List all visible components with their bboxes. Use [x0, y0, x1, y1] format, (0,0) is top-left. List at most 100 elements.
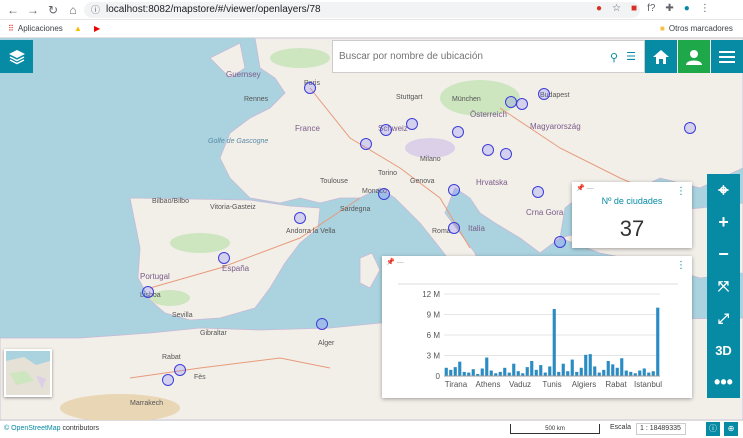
- bookmark-drive[interactable]: ▲: [74, 24, 82, 33]
- map-label: Magyarország: [530, 122, 581, 131]
- drive-icon: ▲: [74, 24, 82, 33]
- profile-icon[interactable]: ●: [684, 3, 690, 14]
- info-icon[interactable]: ⓘ: [91, 2, 100, 18]
- chart-bar: [552, 309, 556, 376]
- folder-icon: ■: [660, 24, 665, 33]
- menu-dots-icon[interactable]: ⋮: [700, 3, 710, 14]
- map-label: España: [222, 264, 250, 273]
- map-label: Marrakech: [130, 400, 164, 407]
- chart-bar: [584, 354, 588, 376]
- city-marker[interactable]: [294, 212, 306, 224]
- city-marker[interactable]: [482, 144, 494, 156]
- chart-bar: [458, 361, 462, 376]
- formula-icon[interactable]: f?: [647, 3, 655, 14]
- home-button[interactable]: [645, 40, 677, 73]
- browser-toolbar: ← → ↻ ⌂ ⓘ localhost:8082/mapstore/#/view…: [0, 0, 743, 20]
- chart-bar: [561, 363, 565, 376]
- x-tick-label: Vaduz: [509, 380, 531, 389]
- city-marker[interactable]: [360, 138, 372, 150]
- more-tools-button[interactable]: •••: [707, 366, 740, 398]
- info-button[interactable]: ⓘ: [706, 422, 720, 436]
- fullscreen-button[interactable]: ⤢: [707, 302, 740, 334]
- map-label: Vitoria-Gasteiz: [210, 204, 256, 211]
- chart-bar: [498, 371, 502, 376]
- y-tick-label: 6 M: [427, 331, 441, 340]
- zoom-out-button[interactable]: −: [707, 238, 740, 270]
- chart-widget[interactable]: 📌 — ⋮ 12 M 9 M 6 M 3 M 0 Tirana Athens Vaduz Tun…: [382, 256, 692, 398]
- youtube-icon: ▶: [94, 24, 101, 33]
- city-marker[interactable]: [406, 118, 418, 130]
- city-marker[interactable]: [218, 252, 230, 264]
- home-icon[interactable]: ⌂: [66, 3, 80, 17]
- locate-button[interactable]: ⌖: [707, 174, 740, 206]
- map-label: Milano: [420, 156, 441, 163]
- pin-icon[interactable]: 📌 —: [576, 184, 594, 192]
- extension-icon[interactable]: ●: [596, 3, 602, 14]
- chart-bar: [593, 366, 597, 376]
- map-label: Alger: [318, 340, 335, 347]
- menu-button[interactable]: [711, 40, 743, 73]
- city-marker[interactable]: [174, 364, 186, 376]
- city-marker[interactable]: [448, 184, 460, 196]
- city-marker[interactable]: [500, 148, 512, 160]
- widget-options-icon[interactable]: ⋮: [676, 260, 686, 271]
- city-marker[interactable]: [142, 286, 154, 298]
- chart-bar: [485, 357, 489, 376]
- overview-minimap[interactable]: [4, 349, 52, 397]
- counter-widget[interactable]: 📌 — ⋮ Nº de ciudades 37: [572, 182, 692, 248]
- bookmark-other[interactable]: ■ Otros marcadores: [660, 24, 733, 33]
- scale-select[interactable]: 1 : 18489335: [636, 423, 686, 435]
- bookmark-youtube[interactable]: ▶: [94, 24, 100, 33]
- map-label: Crna Gora: [526, 208, 564, 217]
- chart-bar: [615, 367, 619, 376]
- chart-bar: [444, 367, 448, 376]
- reload-icon[interactable]: ↻: [46, 3, 60, 17]
- chart-bar: [638, 370, 642, 376]
- search-icon[interactable]: ⚲: [610, 51, 618, 64]
- scale-label: Escala: [610, 424, 632, 431]
- star-icon[interactable]: ☆: [612, 3, 621, 14]
- city-marker[interactable]: [538, 88, 550, 100]
- map-label: Genova: [410, 178, 435, 185]
- extension-icon[interactable]: ■: [631, 3, 637, 14]
- x-tick-label: Rabat: [605, 380, 627, 389]
- layers-button[interactable]: [0, 40, 33, 73]
- city-marker[interactable]: [380, 124, 392, 136]
- chart-bar: [462, 371, 466, 376]
- user-button[interactable]: [678, 40, 710, 73]
- x-tick-label: Istanbul: [634, 380, 662, 389]
- osm-link[interactable]: © OpenStreetMap: [4, 425, 61, 432]
- zoom-extent-button[interactable]: ⤧: [707, 270, 740, 302]
- map-label: Österreich: [470, 110, 507, 119]
- chart-bar: [539, 365, 543, 376]
- chart-bar: [602, 369, 606, 376]
- city-marker[interactable]: [532, 186, 544, 198]
- city-marker[interactable]: [554, 236, 566, 248]
- city-marker[interactable]: [316, 318, 328, 330]
- city-marker[interactable]: [452, 126, 464, 138]
- chart-bar: [467, 372, 471, 376]
- city-marker[interactable]: [162, 374, 174, 386]
- map-label: Hrvatska: [476, 178, 508, 187]
- zoom-in-button[interactable]: +: [707, 206, 740, 238]
- puzzle-icon[interactable]: ✚: [665, 3, 673, 14]
- search-options-icon[interactable]: ☰: [626, 50, 636, 63]
- crs-button[interactable]: ⊕: [724, 422, 738, 436]
- bookmark-apps[interactable]: ⠿ Aplicaciones: [8, 24, 63, 33]
- chart-bar: [543, 372, 547, 376]
- forward-icon[interactable]: →: [26, 3, 40, 17]
- chart-bar: [566, 371, 570, 376]
- pin-icon[interactable]: 📌 —: [386, 258, 404, 266]
- city-marker[interactable]: [304, 82, 316, 94]
- search-input[interactable]: [333, 41, 593, 72]
- apps-grid-icon: ⠿: [8, 24, 14, 33]
- 3d-button[interactable]: 3D: [707, 334, 740, 366]
- url-bar[interactable]: ⓘ localhost:8082/mapstore/#/viewer/openl…: [84, 2, 640, 18]
- scale-bar: 500 km: [510, 424, 600, 434]
- back-icon[interactable]: ←: [6, 3, 20, 17]
- city-marker[interactable]: [684, 122, 696, 134]
- city-marker[interactable]: [516, 98, 528, 110]
- city-marker[interactable]: [378, 188, 390, 200]
- city-marker[interactable]: [448, 222, 460, 234]
- chart-bar: [453, 367, 457, 376]
